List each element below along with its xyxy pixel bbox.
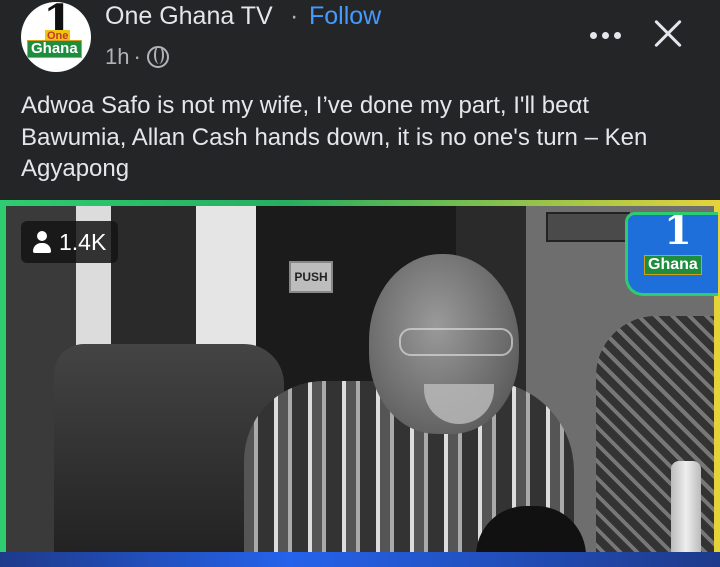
- post-caption: Adwoa Safo is not my wife, I’ve done my …: [21, 92, 648, 182]
- post-header: 1 One Ghana One Ghana TV · Follow 1h ·: [0, 0, 720, 80]
- watermark-number: 1: [664, 212, 692, 254]
- more-dots-icon[interactable]: [585, 20, 625, 50]
- follow-button[interactable]: Follow: [309, 2, 381, 31]
- views-count: 1.4K: [59, 228, 107, 255]
- more-dot: [589, 31, 597, 39]
- watermark-word: Ghana: [644, 255, 702, 275]
- channel-watermark: 1 Ghana: [625, 212, 718, 296]
- avatar-logo-word-ghana: Ghana: [27, 40, 82, 58]
- more-dot: [601, 31, 609, 39]
- video-lower-third: [0, 552, 720, 567]
- meta-separator: ·: [133, 44, 141, 69]
- page-name[interactable]: One Ghana TV: [105, 2, 273, 31]
- more-dot: [613, 31, 621, 39]
- push-sign: PUSH: [289, 261, 333, 293]
- video-scene-frame: [546, 212, 630, 242]
- post-meta: 1h ·: [105, 44, 169, 70]
- person-icon: [33, 231, 51, 253]
- post-time[interactable]: 1h: [105, 44, 129, 70]
- page-avatar[interactable]: 1 One Ghana: [21, 2, 91, 72]
- header-separator: ·: [290, 2, 299, 30]
- close-icon[interactable]: [648, 14, 688, 54]
- glasses-icon: [399, 328, 513, 356]
- views-badge: 1.4K: [21, 221, 119, 263]
- globe-icon: [146, 46, 169, 68]
